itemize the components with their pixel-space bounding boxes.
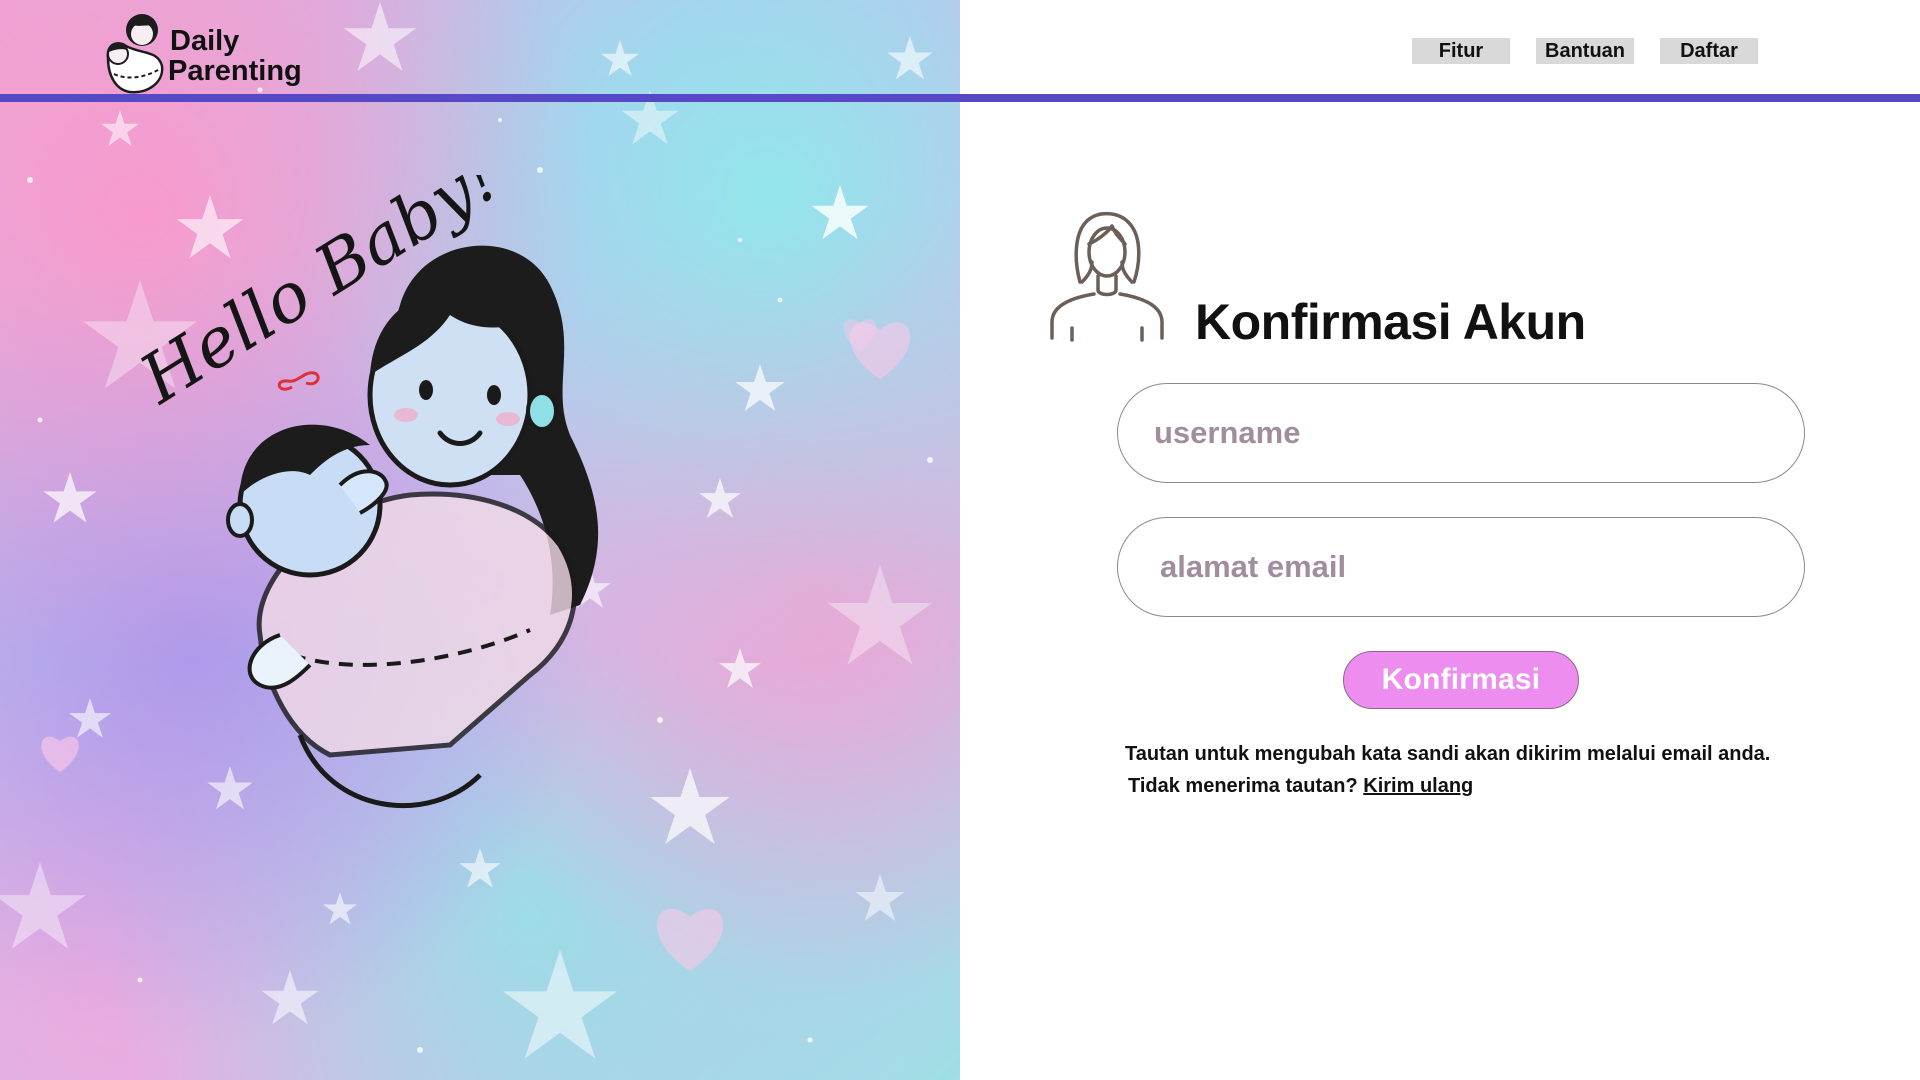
woman-user-icon xyxy=(1050,211,1164,342)
page-title: Konfirmasi Akun xyxy=(1195,294,1586,350)
note-line1: Tautan untuk mengubah kata sandi akan di… xyxy=(1125,743,1771,765)
confirm-button[interactable]: Konfirmasi xyxy=(1343,651,1579,709)
nav-bantuan-button[interactable]: Bantuan xyxy=(1536,38,1634,64)
nav-fitur-button[interactable]: Fitur xyxy=(1412,38,1510,64)
mother-holding-baby-illustration: Hello Baby! xyxy=(130,175,599,809)
brand-name-line2: Parenting xyxy=(168,55,302,87)
brand-name-line1: Daily xyxy=(170,25,240,57)
email-input[interactable] xyxy=(1117,517,1805,617)
brand-name: Daily Parenting xyxy=(168,25,302,87)
hero-panel: Hello Baby! xyxy=(0,0,960,1080)
resend-link[interactable]: Kirim ulang xyxy=(1363,775,1473,797)
mother-baby-logo-icon xyxy=(106,14,164,94)
username-input[interactable] xyxy=(1117,383,1805,483)
note-line2: Tidak menerima tautan? Kirim ulang xyxy=(1125,770,1845,802)
reset-link-note: Tautan untuk mengubah kata sandi akan di… xyxy=(1125,738,1845,802)
note-line2-prefix: Tidak menerima tautan? xyxy=(1128,775,1358,797)
nav-daftar-button[interactable]: Daftar xyxy=(1660,38,1758,64)
brand-logo[interactable]: Daily Parenting xyxy=(100,8,330,96)
top-nav: Fitur Bantuan Daftar xyxy=(1412,38,1758,64)
header-divider xyxy=(0,94,1920,102)
